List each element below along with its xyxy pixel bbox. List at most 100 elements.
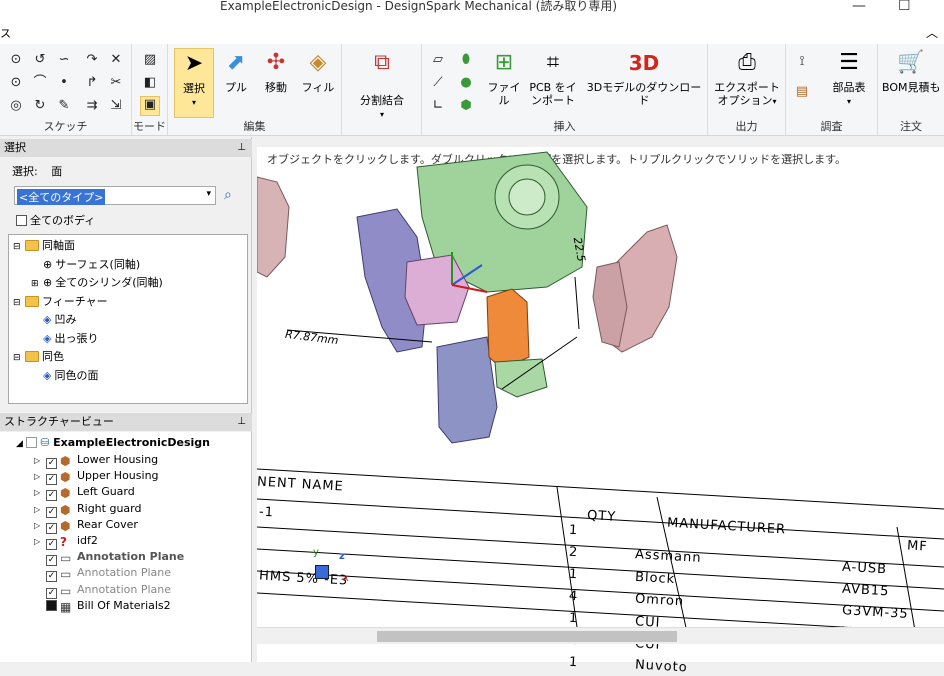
structure-item-label: Annotation Plane — [77, 582, 171, 596]
expander-icon[interactable]: ⊟ — [13, 239, 25, 256]
selection-tree-item[interactable]: ◈ 同色の面 — [31, 367, 98, 384]
menu-tab-partial[interactable]: ス — [0, 25, 11, 41]
measure-icon[interactable]: ⟟ — [794, 54, 810, 70]
structure-item[interactable]: ✓ ▭ Annotation Plane — [34, 564, 171, 583]
view-cube-icon[interactable] — [315, 565, 329, 579]
bom-quote-button[interactable]: 🛒 BOM見積も — [882, 48, 944, 118]
bom-cell: 2 — [568, 544, 579, 561]
plane-icon[interactable]: ▱ — [430, 52, 446, 68]
cart-icon: 🛒 — [897, 50, 925, 75]
selection-tree-item[interactable]: ◈ 凹み — [31, 311, 76, 328]
expander-icon[interactable]: ⊟ — [13, 350, 25, 367]
all-bodies-checkbox[interactable] — [16, 215, 27, 226]
split-combine-icon: ⧉ — [374, 50, 390, 75]
pin-icon[interactable]: ⊥ — [237, 139, 246, 157]
selection-tree-item[interactable]: ⊟ 同色 — [13, 348, 64, 365]
horizontal-scrollbar[interactable] — [257, 627, 944, 644]
pin-icon[interactable]: ⊥ — [237, 413, 246, 431]
parts-list-button[interactable]: ☰ 部品表 ▾ — [822, 48, 876, 118]
fill-icon: ◈ — [309, 50, 327, 75]
pull-button[interactable]: ⬈ プル — [218, 48, 254, 118]
bom-header-cell: MF — [906, 538, 929, 555]
sketch-mode-icon[interactable]: ▨ — [142, 52, 158, 68]
structure-item[interactable]: ▷ ✓ ⬢ Rear Cover — [34, 516, 138, 534]
selection-tree-item[interactable]: ◈ 出っ張り — [31, 330, 98, 347]
selection-tree-item[interactable]: ⊕ サーフェス(同軸) — [31, 256, 140, 273]
ellipse-icon[interactable]: ◎ — [8, 98, 24, 114]
move-button[interactable]: ✣ 移動 — [256, 48, 296, 118]
root-checkbox[interactable] — [26, 437, 38, 448]
pcb-import-button[interactable]: ⌗ PCB をイ ンポート — [526, 48, 580, 118]
all-bodies-option[interactable]: 全てのボディ — [16, 212, 95, 228]
plane-icon: ▭ — [60, 567, 72, 582]
selection-panel-title: 選択 — [4, 141, 26, 154]
scroll-thumb[interactable] — [377, 631, 677, 642]
selection-tree-item[interactable]: ⊟ 同軸面 — [13, 237, 75, 254]
group-section: ⧉ 分割結合 ▾ — [342, 44, 422, 136]
group-mode: ▨ ◧ ▣ モード — [132, 44, 168, 136]
origin-icon[interactable]: ∟ — [430, 98, 446, 114]
selection-tree-label: 同色 — [42, 350, 64, 363]
axis-icon[interactable]: ⟋ — [430, 75, 446, 91]
circle-sketch-icon[interactable]: ⊙ — [8, 52, 24, 68]
plane-icon: ▭ — [60, 551, 72, 566]
select-button-label: 選択 — [183, 82, 205, 95]
left-panel: 選択 ⊥ 選択: 面 <全てのタイプ> ▾ ⌕ 全てのボディ ⊟ 同軸面 ⊕ サーフェ… — [0, 137, 252, 662]
visibility-checkbox[interactable] — [46, 599, 57, 611]
fill-button[interactable]: ◈ フィル — [298, 48, 338, 118]
maximize-icon[interactable]: ☐ — [898, 0, 911, 14]
tangent-arc-icon[interactable]: ↷ — [84, 52, 100, 68]
structure-root[interactable]: ◢ ⛁ ExampleElectronicDesign — [16, 434, 210, 451]
rotate-arc-icon[interactable]: ↻ — [32, 98, 48, 114]
mass-icon[interactable]: ▤ — [794, 84, 810, 100]
bom-cell: Block — [634, 569, 676, 588]
structure-item[interactable]: ▷ ✓ ⬢ Lower Housing — [34, 451, 158, 469]
type-filter-dropdown[interactable]: <全てのタイプ> ▾ — [14, 186, 216, 205]
structure-item[interactable]: ▦ Bill Of Materials2 — [34, 597, 171, 614]
spline-icon[interactable]: ∽ — [56, 52, 72, 68]
split-line-icon[interactable]: ✂ — [108, 75, 124, 91]
section-mode-icon[interactable]: ◧ — [142, 75, 158, 91]
arc-sketch-icon[interactable]: ↺ — [32, 52, 48, 68]
search-icon[interactable]: ⌕ — [224, 187, 232, 203]
all-bodies-label: 全てのボディ — [30, 214, 96, 227]
sphere-icon[interactable]: ● — [458, 75, 474, 91]
split-combine-button[interactable]: ⧉ 分割結合 ▾ — [346, 48, 418, 130]
sweep-arc-icon[interactable]: ↱ — [84, 75, 100, 91]
feature-icon: ◈ — [43, 313, 52, 326]
structure-item[interactable]: ▷ ✓ ⬢ Right guard — [34, 500, 141, 518]
expander-icon[interactable]: ⊞ — [31, 276, 43, 293]
3d-viewport[interactable]: オブジェクトをクリックします。ダブルクリックでループを選択します。トリプルクリッ… — [257, 147, 944, 676]
selection-tree-item[interactable]: ⊞ ⊕ 全てのシリンダ(同軸) — [31, 274, 163, 291]
structure-item[interactable]: ▷ ✓ ⬢ Upper Housing — [34, 467, 159, 486]
selection-tree-item[interactable]: ⊟ フィーチャー — [13, 293, 108, 310]
structure-item[interactable]: ▷ ✓ ⬢ Left Guard — [34, 483, 135, 502]
arc-3pt-icon[interactable]: ⌒ — [32, 75, 48, 91]
offset-icon[interactable]: ⇉ — [84, 98, 100, 114]
parts-list-label: 部品表 — [832, 81, 866, 94]
pencil-icon[interactable]: ✎ — [56, 98, 72, 114]
ribbon-collapse-icon[interactable]: ︿ — [926, 24, 938, 41]
collapse-icon[interactable]: ◢ — [16, 439, 23, 449]
3d-mode-icon[interactable]: ▣ — [140, 96, 160, 116]
minimize-icon[interactable]: — — [852, 0, 866, 14]
structure-tree: ◢ ⛁ ExampleElectronicDesign ▷ ✓ ⬢ Lower Hou… — [0, 432, 251, 662]
structure-item[interactable]: ✓ ▭ Annotation Plane — [34, 581, 171, 599]
group-label-edit: 編集 — [243, 120, 266, 133]
group-label-output: 出力 — [735, 120, 758, 133]
insert-file-button[interactable]: ⊞ ファイル — [484, 48, 524, 118]
structure-item[interactable]: ▷ ✓? idf2 — [34, 532, 98, 550]
folder-icon — [25, 295, 39, 307]
export-options-button[interactable]: ⎙ エクスポート オプション▾ — [710, 48, 784, 118]
structure-item[interactable]: ✓ ▭ Annotation Plane — [34, 548, 184, 567]
shell-icon[interactable]: ⬢ — [458, 98, 474, 114]
trim-icon[interactable]: ✕ — [108, 52, 124, 68]
point-icon[interactable]: • — [56, 75, 72, 91]
circle-3pt-icon[interactable]: ⊙ — [8, 75, 24, 91]
cylinder-icon[interactable]: ⬮ — [458, 52, 474, 68]
expander-icon[interactable]: ⊟ — [13, 295, 25, 312]
model-canvas[interactable] — [257, 147, 944, 662]
select-button[interactable]: ➤ 選択 ▾ — [174, 48, 214, 118]
download-3d-button[interactable]: 3D 3Dモデルのダウンロード — [582, 48, 706, 118]
project-icon[interactable]: ⇲ — [108, 98, 124, 114]
